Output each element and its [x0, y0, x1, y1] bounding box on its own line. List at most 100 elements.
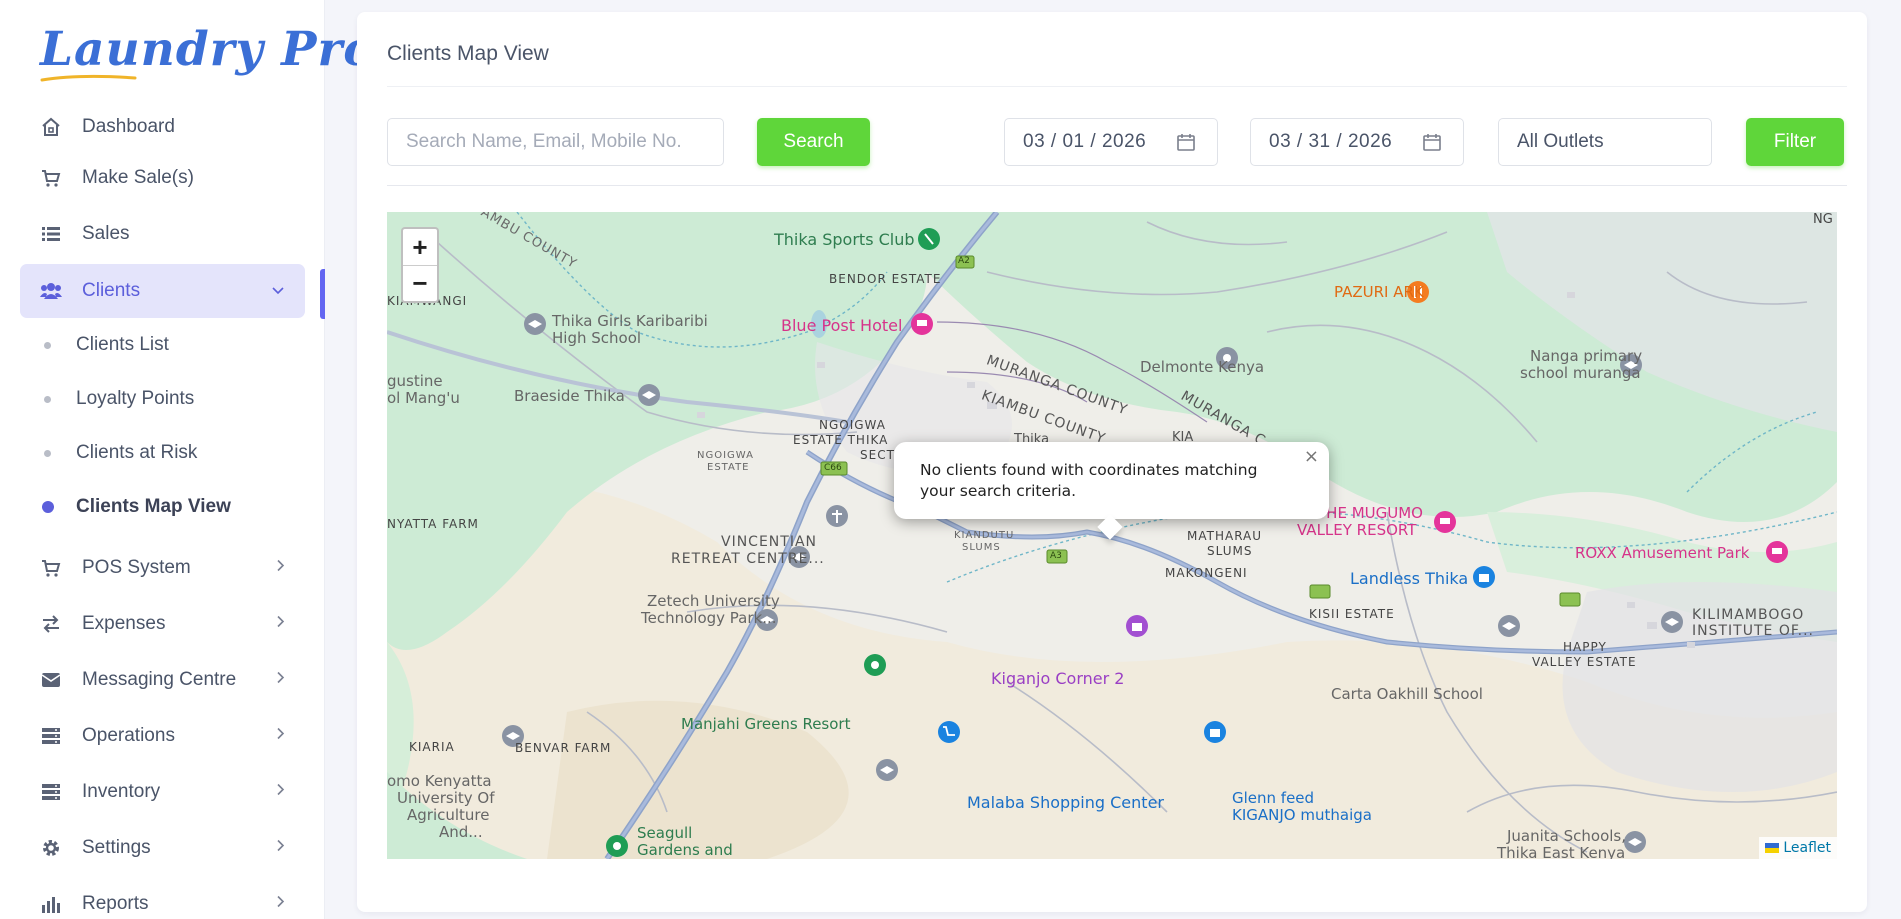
map-label: BENVAR FARM: [515, 741, 612, 755]
attribution-link[interactable]: Leaflet: [1783, 840, 1831, 856]
sidebar-item-label: Operations: [82, 725, 175, 746]
page-title: Clients Map View: [387, 42, 549, 65]
filter-button[interactable]: Filter: [1746, 118, 1844, 166]
sidebar-item-pos-system[interactable]: POS System: [20, 540, 305, 596]
date-to-input[interactable]: 03 / 31 / 2026: [1250, 118, 1464, 166]
sidebar-item-label: POS System: [82, 557, 191, 578]
map-label: Glenn feed: [1232, 789, 1315, 807]
sidebar-item-label: Clients: [82, 280, 141, 301]
map-label: And...: [439, 823, 483, 841]
sidebar-item-label: Expenses: [82, 613, 166, 634]
sidebar-nav: Dashboard Make Sale(s) Sales Clients Cli…: [20, 104, 305, 919]
cart-icon: [40, 167, 62, 189]
list-icon: [40, 223, 62, 245]
map-attribution[interactable]: Leaflet: [1759, 837, 1837, 859]
map-label: Malaba Shopping Center: [967, 793, 1164, 812]
map-label: ol Mang'u: [387, 389, 460, 407]
app-logo[interactable]: Laundry Pro: [40, 20, 375, 90]
map-label: Kiganjo Corner 2: [991, 669, 1125, 688]
submenu-item-label: Clients Map View: [76, 496, 231, 517]
zoom-in-button[interactable]: +: [403, 229, 437, 265]
server-icon: [40, 781, 62, 803]
outlet-select-value: All Outlets: [1517, 131, 1604, 152]
clients-map[interactable]: A2 C66 A3 AMBU COUNTY Thika Sports Club …: [387, 212, 1837, 859]
main-card: Clients Map View Search Name, Email, Mob…: [357, 12, 1867, 912]
bullet-icon: [44, 341, 51, 349]
sidebar-item-label: Dashboard: [82, 116, 175, 137]
submenu-item-label: Clients List: [76, 334, 169, 355]
sidebar-item-operations[interactable]: Operations: [20, 708, 305, 764]
active-indicator: [320, 269, 325, 319]
map-label: KIANDUTU: [954, 530, 1015, 541]
map-label: ESTATE THIKA: [793, 433, 889, 447]
chevron-right-icon: [275, 559, 285, 578]
map-label: Carta Oakhill School: [1331, 685, 1483, 703]
clients-submenu: Clients List Loyalty Points Clients at R…: [20, 318, 305, 534]
date-from-input[interactable]: 03 / 01 / 2026: [1004, 118, 1218, 166]
map-label: C66: [824, 463, 842, 473]
exchange-icon: [40, 613, 62, 635]
map-label: Thika Girls Karibaribi: [552, 312, 708, 330]
sidebar-item-dashboard[interactable]: Dashboard: [20, 104, 305, 150]
map-label: A2: [958, 256, 970, 266]
submenu-item-loyalty-points[interactable]: Loyalty Points: [40, 372, 305, 426]
map-label: school muranga: [1520, 364, 1641, 382]
map-label: Agriculture: [407, 806, 490, 824]
sidebar-item-messaging-centre[interactable]: Messaging Centre: [20, 652, 305, 708]
map-label: High School: [552, 329, 642, 347]
map-label: BENDOR ESTATE: [829, 272, 942, 286]
map-label: Technology Park...: [641, 609, 777, 627]
chevron-right-icon: [275, 671, 285, 690]
map-label: MATHARAU: [1187, 529, 1263, 543]
zoom-out-button[interactable]: −: [403, 265, 437, 301]
search-input[interactable]: Search Name, Email, Mobile No.: [387, 118, 724, 166]
map-label: SLUMS: [1207, 544, 1253, 558]
map-label: KISII ESTATE: [1309, 607, 1395, 621]
map-label: University Of: [397, 789, 495, 807]
map-label: KILIMAMBOGO: [1692, 607, 1805, 623]
sidebar-item-label: Sales: [82, 223, 130, 244]
map-zoom-control: + −: [401, 227, 439, 303]
map-label: HAPPY: [1563, 640, 1607, 654]
submenu-item-clients-map-view[interactable]: Clients Map View: [40, 480, 305, 534]
map-label: PAZURI ARK: [1334, 283, 1424, 301]
chevron-right-icon: [275, 783, 285, 802]
submenu-item-clients-at-risk[interactable]: Clients at Risk: [40, 426, 305, 480]
map-label: RETREAT CENTRE...: [671, 551, 825, 567]
submenu-item-clients-list[interactable]: Clients List: [40, 318, 305, 372]
map-label: VALLEY RESORT: [1297, 521, 1417, 539]
sidebar-item-sales[interactable]: Sales: [20, 206, 305, 262]
calendar-icon[interactable]: [1177, 133, 1195, 151]
map-label: NGOIGWA: [819, 418, 886, 432]
sidebar-item-expenses[interactable]: Expenses: [20, 596, 305, 652]
sidebar-item-label: Messaging Centre: [82, 669, 237, 690]
map-label: MAKONGENI: [1165, 566, 1248, 580]
map-label: SLUMS: [962, 542, 1001, 553]
calendar-icon[interactable]: [1423, 133, 1441, 151]
map-label: KIGANJO muthaiga: [1232, 806, 1372, 824]
map-label: Braeside Thika: [514, 387, 625, 405]
divider: [387, 86, 1847, 87]
map-label: Landless Thika: [1350, 569, 1469, 588]
sidebar-item-reports[interactable]: Reports: [20, 876, 305, 919]
map-label: gustine: [387, 372, 443, 390]
sidebar-item-make-sales[interactable]: Make Sale(s): [20, 150, 305, 206]
users-icon: [40, 280, 62, 302]
map-label: INSTITUTE OF...: [1692, 623, 1814, 639]
chevron-right-icon: [275, 839, 285, 858]
search-button[interactable]: Search: [757, 118, 870, 166]
map-label: Manjahi Greens Resort: [681, 715, 851, 733]
popup-close-button[interactable]: ×: [1304, 446, 1319, 467]
map-label: VINCENTIAN: [721, 534, 818, 550]
sidebar-item-label: Reports: [82, 893, 149, 914]
gear-icon: [40, 837, 62, 859]
sidebar-item-settings[interactable]: Settings: [20, 820, 305, 876]
date-to-value: 03 / 31 / 2026: [1269, 131, 1393, 152]
outlet-select[interactable]: All Outlets: [1498, 118, 1712, 166]
sidebar-item-inventory[interactable]: Inventory: [20, 764, 305, 820]
sidebar-item-clients[interactable]: Clients: [20, 264, 305, 318]
date-from-value: 03 / 01 / 2026: [1023, 131, 1147, 152]
server-icon: [40, 725, 62, 747]
bullet-active-icon: [42, 501, 54, 513]
map-label: Seagull: [637, 824, 693, 842]
